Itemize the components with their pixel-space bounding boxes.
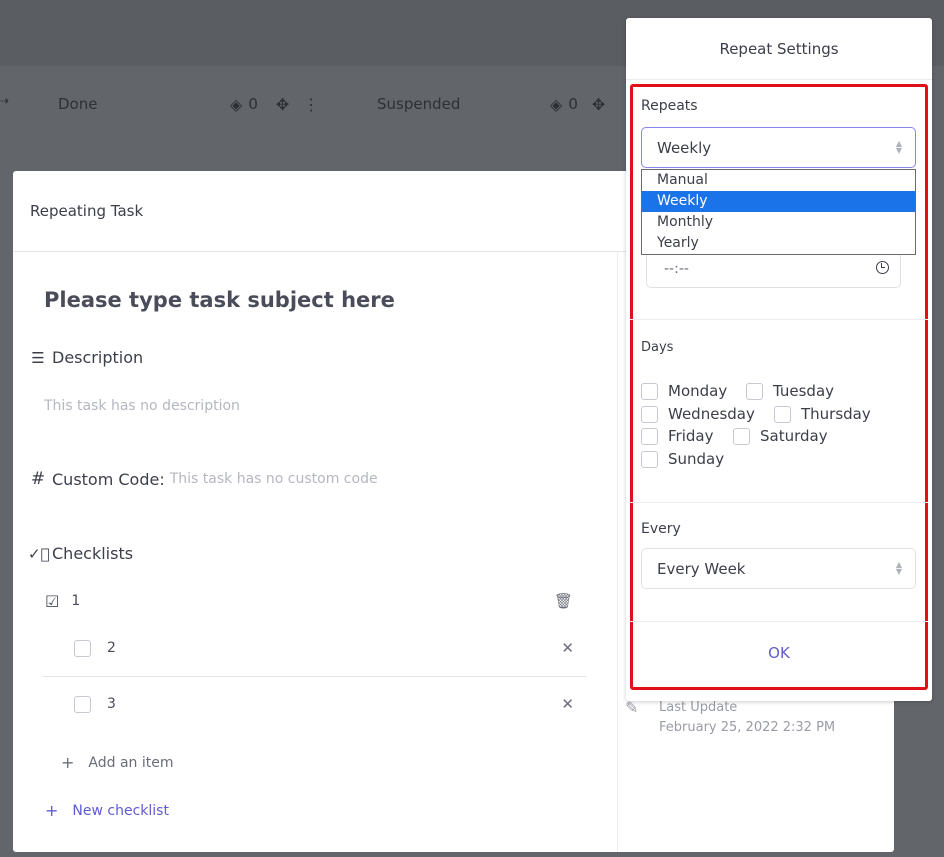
divider bbox=[630, 502, 928, 503]
column-meta-suspended: ◈ 0 ✥ bbox=[550, 92, 605, 116]
check-circle-icon: ✓⃝ bbox=[28, 544, 50, 563]
day-saturday[interactable]: Saturday bbox=[733, 426, 828, 446]
every-select[interactable]: Every Week ▲ ▼ bbox=[641, 548, 916, 589]
close-icon[interactable]: ✕ bbox=[561, 695, 574, 713]
every-value: Every Week bbox=[657, 559, 746, 578]
select-caret-icon: ▲ ▼ bbox=[895, 139, 902, 155]
trash-icon[interactable]: 🗑 bbox=[554, 592, 573, 610]
checklists-label: Checklists bbox=[52, 544, 134, 563]
column-title: Done bbox=[58, 95, 98, 113]
checklist-title[interactable]: 1 bbox=[71, 593, 80, 609]
option-manual[interactable]: Manual bbox=[642, 170, 915, 191]
option-yearly[interactable]: Yearly bbox=[642, 233, 915, 254]
hash-icon: # bbox=[30, 469, 46, 489]
description-empty-text[interactable]: This task has no description bbox=[44, 398, 240, 414]
days-label: Days bbox=[641, 340, 674, 355]
plus-icon: + bbox=[61, 753, 75, 772]
item-label[interactable]: 2 bbox=[107, 640, 116, 656]
last-update-label: Last Update bbox=[659, 700, 738, 715]
list-item: 3 ✕ bbox=[74, 684, 574, 724]
day-checkbox[interactable] bbox=[641, 450, 658, 468]
time-input[interactable]: --:-- bbox=[646, 250, 901, 288]
repeat-settings-panel: Repeat Settings Repeats Weekly ▲ ▼ --:-- … bbox=[626, 18, 932, 701]
more-menu-icon[interactable]: ⋮ bbox=[303, 95, 319, 114]
repeats-value: Weekly bbox=[657, 138, 712, 157]
divider bbox=[630, 319, 928, 320]
item-checkbox[interactable] bbox=[74, 639, 91, 657]
plus-icon: + bbox=[45, 801, 59, 820]
move-icon[interactable]: ✥ bbox=[592, 95, 605, 114]
close-icon[interactable]: ✕ bbox=[561, 639, 574, 657]
column-count: 0 bbox=[568, 95, 578, 113]
repeats-options-list: Manual Weekly Monthly Yearly bbox=[641, 169, 916, 255]
last-update-value: February 25, 2022 2:32 PM bbox=[659, 720, 836, 735]
day-checkbox[interactable] bbox=[774, 405, 791, 423]
day-label: Monday bbox=[668, 382, 728, 400]
ok-button[interactable]: OK bbox=[630, 644, 928, 662]
task-subject-input[interactable]: Please type task subject here bbox=[44, 288, 395, 312]
edit-icon: ✎ bbox=[625, 698, 639, 717]
checklists-section: ✓⃝ Checklists bbox=[28, 544, 133, 563]
day-label: Tuesday bbox=[773, 382, 835, 400]
day-friday[interactable]: Friday bbox=[641, 426, 713, 446]
add-item-label: Add an item bbox=[88, 754, 174, 771]
day-checkbox[interactable] bbox=[641, 427, 658, 445]
day-sunday[interactable]: Sunday bbox=[641, 449, 724, 469]
panel-title: Repeat Settings bbox=[626, 18, 932, 80]
custom-code-label: Custom Code: bbox=[52, 469, 165, 489]
day-checkbox[interactable] bbox=[641, 382, 658, 400]
add-item-button[interactable]: + Add an item bbox=[61, 753, 174, 772]
day-label: Sunday bbox=[668, 450, 725, 468]
move-icon[interactable]: ⇢ bbox=[0, 94, 9, 109]
modal-title: Repeating Task bbox=[30, 202, 144, 220]
item-checkbox[interactable] bbox=[74, 695, 91, 713]
divider bbox=[630, 621, 928, 622]
day-label: Wednesday bbox=[668, 405, 755, 423]
day-checkbox[interactable] bbox=[641, 405, 658, 423]
day-label: Friday bbox=[668, 427, 714, 445]
column-header-suspended: Suspended bbox=[377, 92, 460, 116]
select-caret-icon: ▲ ▼ bbox=[895, 560, 902, 576]
every-label: Every bbox=[641, 521, 681, 537]
layers-icon: ◈ bbox=[230, 94, 243, 114]
item-label[interactable]: 3 bbox=[107, 696, 116, 712]
last-update-info: ✎ Last Update February 25, 2022 2:32 PM bbox=[625, 698, 835, 738]
custom-code-section: # Custom Code: This task has no custom c… bbox=[28, 469, 378, 489]
column-count: 0 bbox=[248, 95, 258, 113]
option-monthly[interactable]: Monthly bbox=[642, 212, 915, 233]
custom-code-empty-text[interactable]: This task has no custom code bbox=[170, 471, 378, 487]
checked-box-icon: ☑ bbox=[45, 591, 60, 611]
day-wednesday[interactable]: Wednesday bbox=[641, 404, 755, 424]
description-section: ☰ Description bbox=[28, 348, 143, 367]
day-tuesday[interactable]: Tuesday bbox=[746, 381, 834, 401]
column-divider bbox=[617, 252, 618, 852]
list-item: 2 ✕ bbox=[74, 628, 574, 668]
day-thursday[interactable]: Thursday bbox=[774, 404, 871, 424]
day-label: Thursday bbox=[801, 405, 871, 423]
layers-icon: ◈ bbox=[550, 94, 563, 114]
move-icon[interactable]: ✥ bbox=[276, 95, 289, 114]
repeats-label: Repeats bbox=[641, 98, 698, 114]
time-value: --:-- bbox=[664, 261, 689, 277]
checklist-header: ☑ 1 🗑 bbox=[45, 581, 585, 621]
repeats-select[interactable]: Weekly ▲ ▼ bbox=[641, 127, 916, 168]
clock-icon[interactable] bbox=[876, 261, 889, 274]
column-title: Suspended bbox=[377, 95, 461, 113]
new-checklist-button[interactable]: + New checklist bbox=[45, 801, 169, 820]
new-checklist-label: New checklist bbox=[72, 802, 169, 819]
divider bbox=[43, 676, 587, 677]
day-checkbox[interactable] bbox=[733, 427, 750, 445]
day-monday[interactable]: Monday bbox=[641, 381, 727, 401]
day-checkbox[interactable] bbox=[746, 382, 763, 400]
option-weekly[interactable]: Weekly bbox=[642, 191, 915, 212]
text-lines-icon: ☰ bbox=[31, 348, 45, 367]
column-header-done: Done bbox=[58, 92, 97, 116]
description-label: Description bbox=[52, 348, 144, 367]
day-label: Saturday bbox=[760, 427, 828, 445]
column-meta-done: ◈ 0 ✥ ⋮ bbox=[230, 92, 319, 116]
